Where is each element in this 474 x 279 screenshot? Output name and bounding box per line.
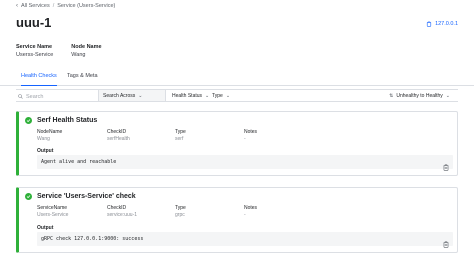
output-label: Output (37, 148, 54, 154)
detail-value: serf (175, 136, 184, 142)
detail-value: - (244, 136, 246, 142)
breadcrumb-all-services[interactable]: All Services (21, 3, 50, 9)
tab-bar: Health Checks Tags & Meta (0, 70, 474, 86)
detail-type: Type serf (175, 129, 245, 142)
health-check-card: Service 'Users-Service' check ServiceNam… (16, 187, 458, 253)
detail-label: CheckID (107, 205, 127, 211)
health-status-label: Health Status (172, 92, 203, 99)
detail-label: ServiceName (37, 205, 68, 211)
copy-output-button[interactable] (443, 235, 449, 248)
search-icon (18, 94, 23, 99)
output-label: Output (37, 225, 54, 231)
service-name-field: Service Name Userss-Service (16, 44, 53, 58)
clipboard-icon (443, 164, 449, 171)
output-box: Agent alive and reachable (37, 155, 453, 171)
output-box: gRPC check 127.0.0.1:9000: success (37, 232, 453, 248)
output-text[interactable]: gRPC check 127.0.0.1:9000: success (41, 236, 143, 242)
sort-dropdown[interactable]: ⇅ Unhealthy to Healthy ⌄ (389, 90, 450, 101)
detail-label: Type (175, 129, 186, 135)
node-name-value[interactable]: Wang (71, 52, 101, 58)
type-label: Type (212, 92, 223, 99)
detail-label: Notes (244, 129, 258, 135)
health-check-title: Service 'Users-Service' check (37, 193, 136, 200)
check-circle-icon (25, 117, 32, 124)
chevron-left-icon[interactable]: ‹ (16, 3, 18, 9)
search-input[interactable]: Search (18, 92, 110, 101)
type-dropdown[interactable]: Type ⌄ (212, 90, 230, 101)
breadcrumb: ‹ All Services / Service (Users-Service) (16, 3, 115, 9)
detail-servicename: ServiceName Users-Service (37, 205, 107, 218)
health-check-header: Serf Health Status (25, 117, 97, 124)
tab-health-checks[interactable]: Health Checks (21, 73, 57, 86)
chevron-down-icon: ⌄ (205, 92, 210, 99)
detail-type: Type grpc (175, 205, 245, 218)
detail-notes: Notes - (244, 205, 314, 218)
detail-value: grpc (175, 212, 185, 218)
detail-value: serfHealth (107, 136, 130, 142)
tab-tags-meta[interactable]: Tags & Meta (67, 73, 98, 86)
detail-value: - (244, 212, 246, 218)
search-placeholder: Search (26, 93, 44, 100)
detail-label: NodeName (37, 129, 63, 135)
copy-address-button[interactable]: 127.0.0.1 (426, 21, 458, 27)
search-across-dropdown[interactable]: Search Across ⌄ (98, 90, 166, 101)
chevron-down-icon: ⌄ (225, 92, 231, 99)
chevron-down-icon: ⌄ (138, 92, 143, 99)
health-status-dropdown[interactable]: Health Status ⌄ (168, 90, 209, 101)
service-name-value: Userss-Service (16, 52, 54, 58)
detail-checkid: CheckID service:uuu-1 (107, 205, 177, 218)
address-value[interactable]: 127.0.0.1 (435, 21, 458, 27)
detail-label: Type (175, 205, 186, 211)
detail-notes: Notes - (244, 129, 314, 142)
breadcrumb-current: Service (Users-Service) (57, 3, 116, 9)
page-title: uuu-1 (16, 15, 52, 30)
health-check-header: Service 'Users-Service' check (25, 193, 136, 200)
health-check-card: Serf Health Status NodeName Wang CheckID… (16, 111, 458, 176)
search-across-label: Search Across (103, 92, 136, 99)
service-name-label: Service Name (16, 44, 53, 50)
node-name-label: Node Name (71, 44, 102, 50)
chevron-down-icon: ⌄ (445, 92, 450, 99)
filter-bar: Search Search Across ⌄ Health Status ⌄ T… (16, 89, 458, 102)
check-circle-icon (25, 193, 32, 200)
clipboard-icon (443, 241, 449, 248)
detail-label: Notes (244, 205, 258, 211)
detail-nodename: NodeName Wang (37, 129, 107, 142)
detail-value: Users-Service (37, 212, 69, 218)
sort-label: Unhealthy to Healthy (396, 92, 443, 99)
sort-icon: ⇅ (389, 92, 394, 99)
copy-output-button[interactable] (443, 158, 449, 171)
detail-checkid: CheckID serfHealth (107, 129, 177, 142)
breadcrumb-separator: / (52, 3, 55, 9)
clipboard-icon (426, 21, 432, 27)
health-check-title: Serf Health Status (37, 117, 98, 124)
detail-value: Wang (37, 136, 50, 142)
service-meta: Service Name Userss-Service Node Name Wa… (16, 44, 102, 58)
detail-value: service:uuu-1 (107, 212, 138, 218)
node-name-field: Node Name Wang (71, 44, 101, 58)
output-text[interactable]: Agent alive and reachable (41, 159, 116, 165)
detail-label: CheckID (107, 129, 127, 135)
